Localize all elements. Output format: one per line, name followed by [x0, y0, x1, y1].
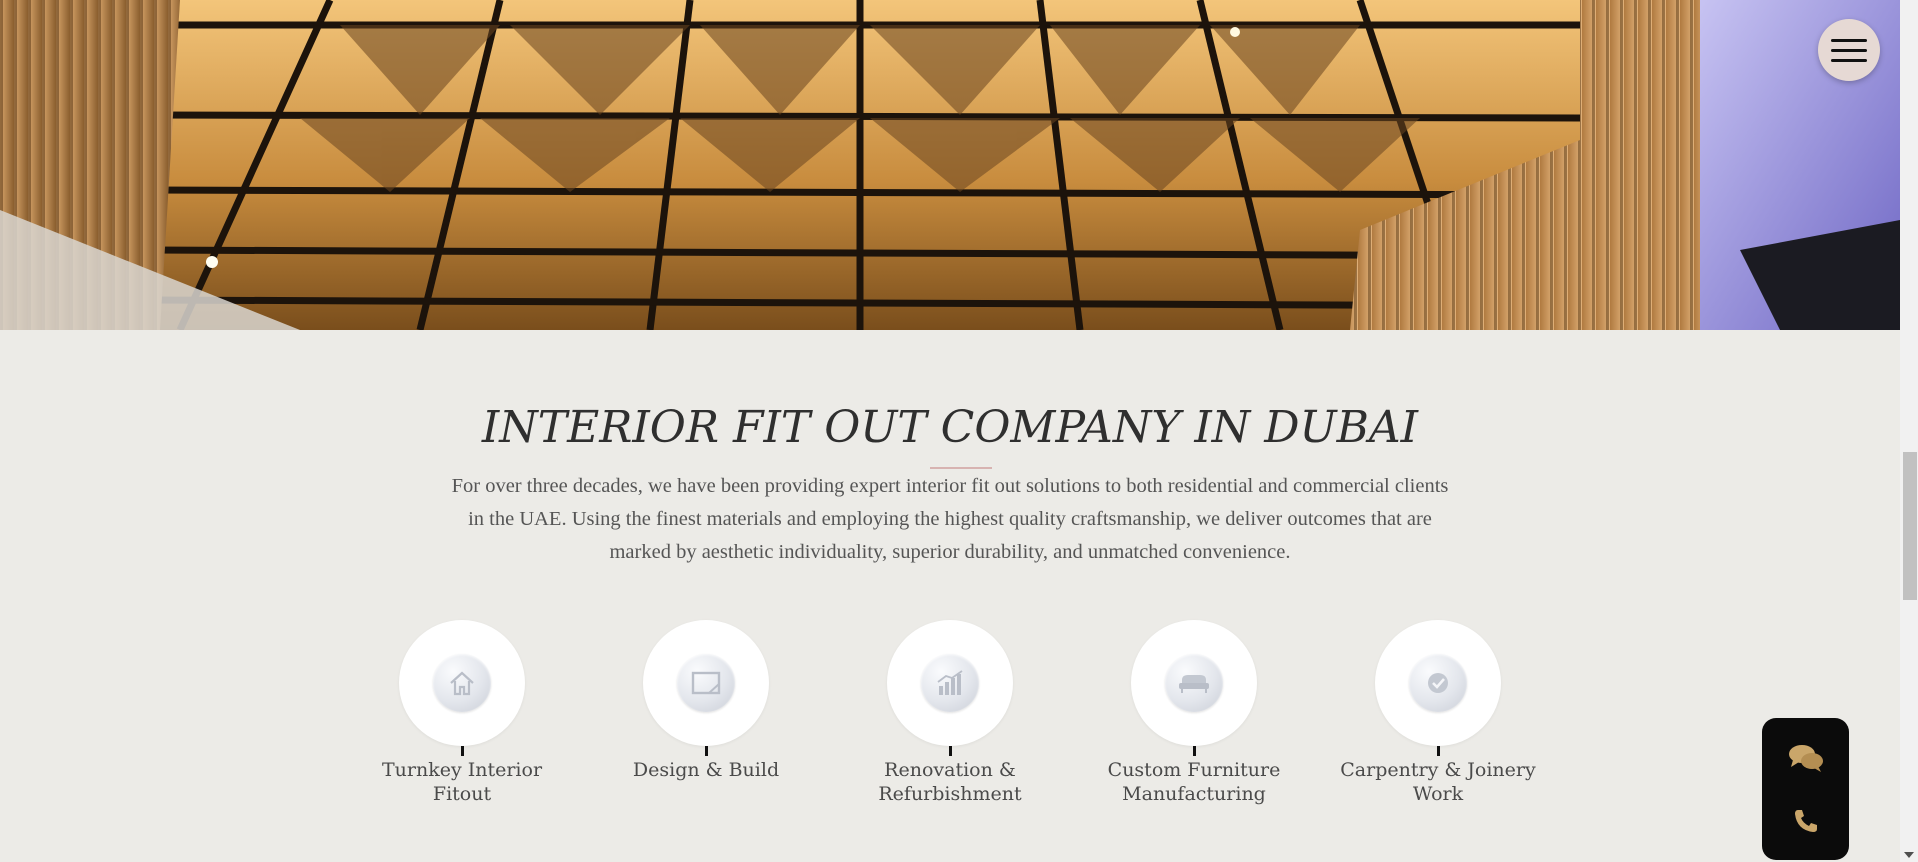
service-label: Carpentry & Joinery Work [1340, 759, 1536, 805]
phone-button[interactable] [1782, 797, 1830, 845]
service-icon-circle[interactable] [887, 620, 1013, 746]
service-label: Turnkey Interior Fitout [381, 759, 543, 805]
contact-widget [1762, 718, 1849, 860]
service-renovation-refurbishment[interactable]: Renovation & Refurbishment [850, 620, 1050, 806]
chat-button[interactable] [1782, 734, 1830, 782]
hamburger-menu-icon [1831, 38, 1867, 42]
service-icon-circle[interactable] [1131, 620, 1257, 746]
service-design-build[interactable]: Design & Build [606, 620, 806, 782]
service-carpentry-joinery-work[interactable]: Carpentry & Joinery Work [1338, 620, 1538, 806]
service-label: Custom Furniture Manufacturing [1107, 759, 1281, 805]
service-connector [948, 746, 952, 756]
ceiling-illustration [0, 0, 1900, 330]
service-turnkey-interior-fitout[interactable]: Turnkey Interior Fitout [362, 620, 562, 806]
service-label: Renovation & Refurbishment [878, 759, 1022, 805]
service-custom-furniture-manufacturing[interactable]: Custom Furniture Manufacturing [1094, 620, 1294, 806]
service-connector [460, 746, 464, 756]
service-connector [1436, 746, 1440, 756]
service-connector [704, 746, 708, 756]
scroll-down-arrow-icon[interactable] [1904, 852, 1914, 858]
hero-image [0, 0, 1900, 330]
service-icon-circle[interactable] [1375, 620, 1501, 746]
title-divider [930, 467, 992, 469]
hamburger-menu-icon-line [1831, 58, 1867, 62]
service-connector [1192, 746, 1196, 756]
bar-chart-icon [921, 654, 979, 712]
house-icon [433, 654, 491, 712]
sofa-icon [1165, 654, 1223, 712]
section-title: INTERIOR FIT OUT COMPANY IN DUBAI [481, 402, 1419, 453]
phone-icon [1794, 809, 1817, 832]
service-icon-circle[interactable] [399, 620, 525, 746]
menu-button[interactable] [1818, 19, 1880, 81]
check-badge-icon [1409, 654, 1467, 712]
service-icon-circle[interactable] [643, 620, 769, 746]
frame-icon [677, 654, 735, 712]
chat-bubbles-icon [1788, 744, 1823, 772]
scrollbar-track[interactable] [1900, 0, 1918, 862]
service-label: Design & Build [632, 759, 780, 781]
intro-paragraph: For over three decades, we have been pro… [451, 475, 1449, 563]
hamburger-menu-icon-line [1831, 48, 1867, 52]
scrollbar-thumb[interactable] [1903, 452, 1917, 600]
